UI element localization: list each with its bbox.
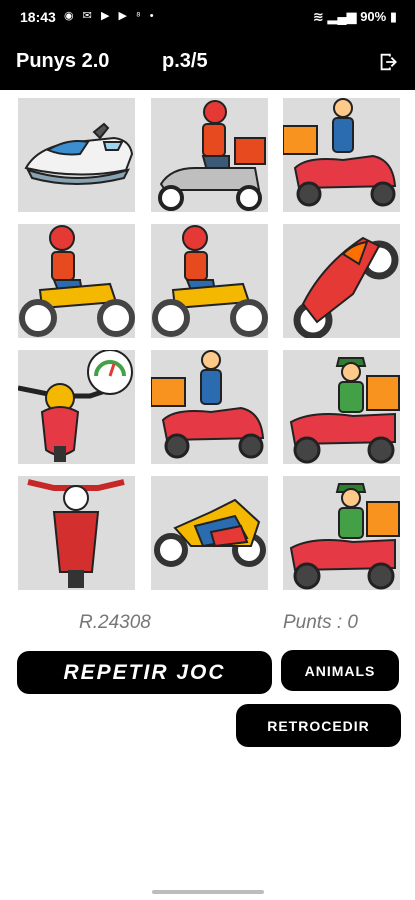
signal-icon: ▂▄▆ [327,9,357,24]
delivery-scooter-cap-icon [289,483,400,590]
tile-jet-ski[interactable] [18,98,135,212]
scooter-speedometer-icon [18,350,133,462]
app-title: Punys 2.0 [16,50,110,72]
motorcycle-rider-icon [152,225,268,337]
tile-delivery-scooter-cap-2[interactable] [283,476,400,590]
status-right: ≋ ▂▄▆ 90% ▮ [313,9,397,25]
points-label: Punts : 0 [283,612,358,633]
youtube-icon: ▶ [100,10,113,22]
tile-delivery-scooter-cap[interactable] [283,350,400,464]
dot-icon: • [149,10,157,22]
status-bar: 18:43 ◉ ✉ ▶ ▶ ⁸ • ≋ ▂▄▆ 90% ▮ [0,0,415,34]
tile-sport-motorbike[interactable] [151,476,268,590]
tile-scooter-front[interactable] [18,476,135,590]
delivery-scooter-cap-icon [289,357,400,464]
exit-to-app-icon[interactable] [377,51,399,73]
notification-icons: ◉ ✉ ▶ ▶ ⁸ • [64,9,157,22]
scooter-front-icon [27,479,125,588]
status-time: 18:43 [20,9,56,25]
sport-motorbike-wheelie-icon [293,236,399,338]
tile-sport-motorbike-wheelie[interactable] [283,224,400,338]
delivery-scooter-helmet-icon [158,100,266,211]
tile-motorcycle-rider[interactable] [18,224,135,338]
gesture-navigation-bar[interactable] [152,890,264,894]
youtube-icon: ▶ [118,10,130,22]
delivery-scooter-icon [151,350,265,459]
sport-motorbike-icon [154,498,266,567]
tile-delivery-scooter[interactable] [283,98,400,212]
battery-percent: 90% [360,9,387,24]
app-bar: Punys 2.0 p.3/5 [0,34,415,90]
delivery-scooter-icon [283,98,397,207]
tile-delivery-scooter-2[interactable] [151,350,268,464]
back-button[interactable]: RETROCEDIR [236,704,401,747]
page-indicator: p.3/5 [162,50,208,72]
motorcycle-rider-icon [19,225,135,337]
battery-icon: ▮ [389,9,397,24]
tile-motorcycle-rider-2[interactable] [151,224,268,338]
wifi-icon: ≋ [312,9,324,24]
gmail-icon: ✉ [82,10,95,22]
tile-scooter-speedometer[interactable] [18,350,135,464]
messenger-icon: ◉ [64,10,77,22]
record-label: R.24308 [79,612,151,633]
tile-delivery-scooter-helmet[interactable] [151,98,268,212]
cellular-signal-icon: ⁸ [136,10,144,22]
animals-button[interactable]: ANIMALS [281,650,399,691]
repeat-game-button[interactable]: REPETIR JOC [17,651,272,694]
jet-ski-icon [24,122,134,185]
